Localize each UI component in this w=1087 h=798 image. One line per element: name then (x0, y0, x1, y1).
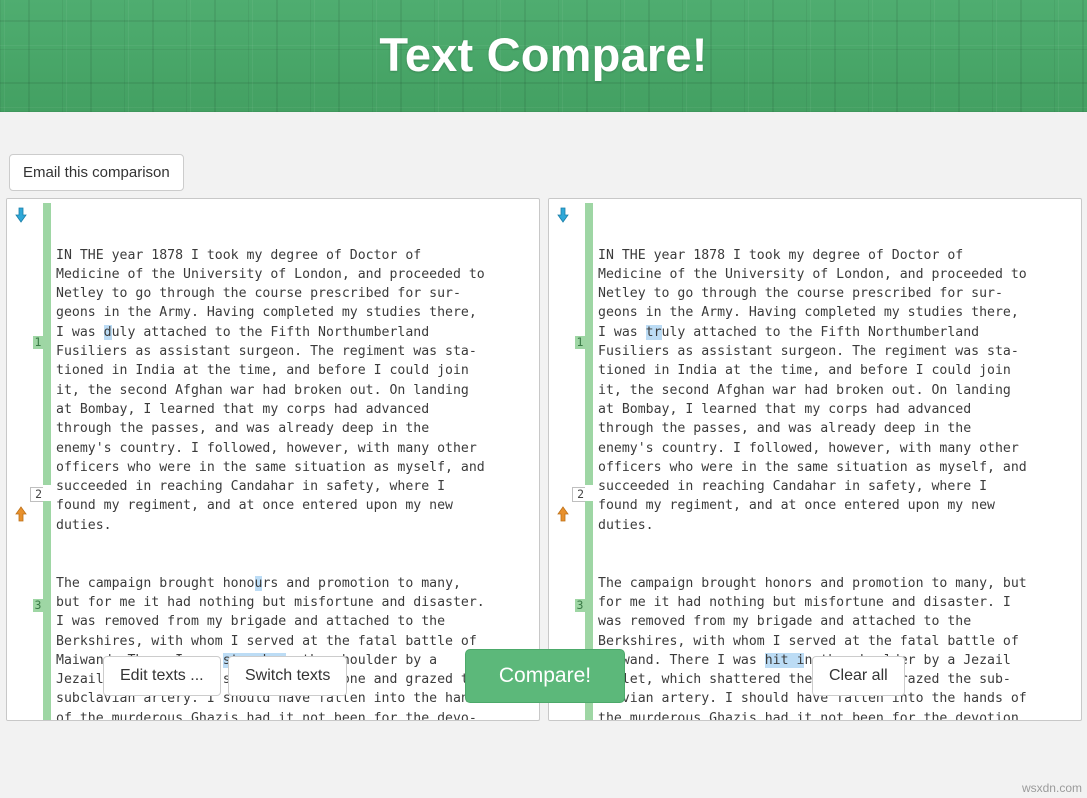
right-marker-gutter (549, 199, 573, 720)
app-header: Text Compare! (0, 0, 1087, 112)
left-change-bar (43, 199, 51, 720)
scroll-down-arrow-left[interactable] (14, 207, 28, 223)
edit-texts-button[interactable]: Edit texts ... (103, 656, 221, 696)
left-line-number: 2 (30, 487, 44, 502)
compare-button[interactable]: Compare! (465, 649, 625, 703)
right-linenumber-gutter: 1 2 3 (572, 199, 586, 720)
page-title: Text Compare! (379, 28, 708, 81)
watermark: wsxdn.com (1021, 781, 1082, 795)
scroll-up-arrow-left[interactable] (14, 506, 28, 522)
right-change-bar (585, 199, 593, 720)
scroll-up-arrow-right[interactable] (556, 506, 570, 522)
action-button-row: Edit texts ... Switch texts Compare! Cle… (0, 649, 1087, 732)
page-body: Email this comparison 1 2 3 IN THE year … (0, 112, 1087, 798)
diff-highlight: d (103, 324, 112, 340)
email-comparison-button[interactable]: Email this comparison (9, 154, 184, 191)
right-diff-text[interactable]: IN THE year 1878 I took my degree of Doc… (593, 199, 1081, 720)
scroll-down-arrow-right[interactable] (556, 207, 570, 223)
diff-pane-left[interactable]: 1 2 3 IN THE year 1878 I took my degree … (6, 198, 540, 721)
right-line-number: 3 (575, 598, 585, 612)
clear-all-button[interactable]: Clear all (812, 656, 905, 696)
right-paragraph-1: IN THE year 1878 I took my degree of Doc… (598, 247, 1027, 533)
left-line-number: 1 (33, 335, 43, 349)
left-paragraph-1: IN THE year 1878 I took my degree of Doc… (56, 247, 485, 533)
diff-highlight: tr (645, 324, 662, 340)
right-line-number: 1 (575, 335, 585, 349)
switch-texts-button[interactable]: Switch texts (228, 656, 348, 696)
left-line-number: 3 (33, 598, 43, 612)
left-diff-text[interactable]: IN THE year 1878 I took my degree of Doc… (51, 199, 539, 720)
diff-panes: 1 2 3 IN THE year 1878 I took my degree … (6, 198, 1082, 723)
right-line-number: 2 (572, 487, 586, 502)
diff-pane-right[interactable]: 1 2 3 IN THE year 1878 I took my degree … (548, 198, 1082, 721)
left-linenumber-gutter: 1 2 3 (30, 199, 44, 720)
left-marker-gutter (7, 199, 31, 720)
